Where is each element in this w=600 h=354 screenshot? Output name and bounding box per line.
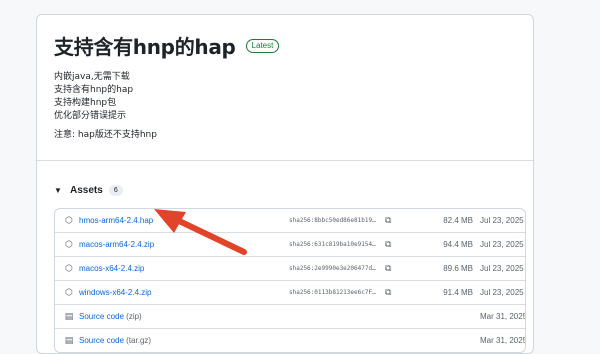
asset-row: ⬡ hmos-arm64-2.4.hap sha256:8bbc50ed86e8… — [55, 209, 525, 232]
asset-sha: sha256:8bbc50ed86e81b19… — [289, 217, 376, 224]
divider — [37, 160, 533, 161]
asset-date: Jul 23, 2025 — [480, 240, 524, 249]
release-notes: 内嵌java,无需下载 支持含有hnp的hap 支持构建hnp包 优化部分错误提… — [54, 71, 157, 142]
asset-row: ⬡ windows-x64-2.4.zip sha256:0113b81213e… — [55, 280, 525, 304]
latest-badge: Latest — [245, 38, 280, 53]
asset-row: ⬡ macos-arm64-2.4.zip sha256:631c819ba10… — [55, 232, 525, 256]
copy-icon[interactable]: ⧉ — [385, 281, 391, 304]
asset-date: Jul 23, 2025 — [480, 216, 524, 225]
source-label: Source code — [79, 312, 124, 321]
asset-sha: sha256:631c819ba10e9154… — [289, 241, 376, 248]
package-icon: ⬡ — [65, 215, 73, 225]
source-ext: (tar.gz) — [126, 336, 152, 345]
package-icon: ⬡ — [65, 263, 73, 273]
asset-date: Mar 31, 2025 — [480, 336, 526, 345]
asset-size: 89.6 MB — [443, 264, 473, 273]
assets-label: Assets — [70, 185, 103, 196]
source-link[interactable]: Source code (zip) — [79, 305, 142, 328]
file-zip-icon: ▤ — [64, 311, 74, 321]
asset-row: ⬡ macos-x64-2.4.zip sha256:2e9990e3e2064… — [55, 256, 525, 280]
asset-sha: sha256:0113b81213ee6c7F… — [289, 289, 376, 296]
asset-row-source: ▤ Source code (zip) Mar 31, 2025 — [55, 304, 525, 328]
caret-down-icon: ▼ — [54, 186, 62, 195]
asset-date: Jul 23, 2025 — [480, 288, 524, 297]
asset-link[interactable]: windows-x64-2.4.zip — [79, 281, 151, 304]
copy-icon[interactable]: ⧉ — [385, 209, 391, 232]
asset-size: 82.4 MB — [443, 216, 473, 225]
asset-link[interactable]: macos-arm64-2.4.zip — [79, 233, 154, 256]
source-link[interactable]: Source code (tar.gz) — [79, 329, 151, 352]
package-icon: ⬡ — [65, 287, 73, 297]
asset-row-source: ▤ Source code (tar.gz) Mar 31, 2025 — [55, 328, 525, 352]
file-zip-icon: ▤ — [64, 335, 74, 345]
release-note: 支持含有hnp的hap — [54, 85, 134, 95]
release-card: 支持含有hnp的hap Latest 内嵌java,无需下载 支持含有hnp的h… — [36, 14, 534, 354]
asset-date: Jul 23, 2025 — [480, 264, 524, 273]
release-note: 支持构建hnp包 — [54, 98, 117, 108]
copy-icon[interactable]: ⧉ — [385, 257, 391, 280]
release-note-warning: 注意: hap版还不支持hnp — [54, 130, 157, 140]
package-icon: ⬡ — [65, 239, 73, 249]
asset-size: 94.4 MB — [443, 240, 473, 249]
source-ext: (zip) — [126, 312, 142, 321]
release-title[interactable]: 支持含有hnp的hap — [54, 31, 236, 60]
release-note: 内嵌java,无需下载 — [54, 72, 130, 82]
asset-sha: sha256:2e9990e3e206477d… — [289, 265, 376, 272]
asset-size: 91.4 MB — [443, 288, 473, 297]
asset-link[interactable]: hmos-arm64-2.4.hap — [79, 209, 153, 232]
asset-link[interactable]: macos-x64-2.4.zip — [79, 257, 144, 280]
assets-toggle[interactable]: ▼ Assets 6 — [54, 185, 123, 196]
release-header: 支持含有hnp的hap Latest — [54, 31, 280, 60]
asset-date: Mar 31, 2025 — [480, 312, 526, 321]
assets-count-badge: 6 — [108, 185, 123, 196]
copy-icon[interactable]: ⧉ — [385, 233, 391, 256]
release-note: 优化部分错误提示 — [54, 111, 127, 121]
source-label: Source code — [79, 336, 124, 345]
asset-list: ⬡ hmos-arm64-2.4.hap sha256:8bbc50ed86e8… — [54, 208, 526, 353]
